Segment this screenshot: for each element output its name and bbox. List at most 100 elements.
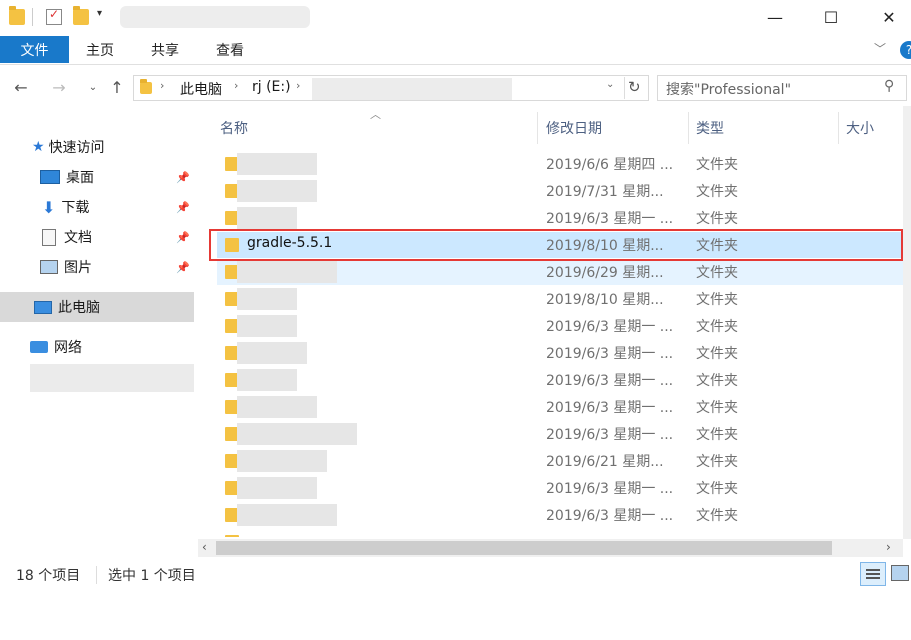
address-dropdown-icon[interactable]: ⌄: [606, 79, 614, 90]
column-header-size[interactable]: 大小: [846, 118, 874, 138]
table-row[interactable]: 2019/6/3 星期一 ... 文件夹: [217, 340, 903, 366]
new-folder-icon[interactable]: [73, 6, 89, 25]
address-bar[interactable]: › 此电脑 › rj (E:) › ⌄ ↻: [133, 75, 649, 101]
column-header-type[interactable]: 类型: [696, 118, 724, 138]
close-button[interactable]: ✕: [866, 0, 911, 34]
table-row[interactable]: 2019/6/3 星期一 ... 文件夹: [217, 394, 903, 420]
chevron-right-icon[interactable]: ›: [296, 79, 300, 92]
table-row[interactable]: 2019/6/3 星期一 ... 文件夹: [217, 475, 903, 501]
table-row[interactable]: 2019/6/3 星期一 ... 文件夹: [217, 205, 903, 231]
file-name-obscured: [237, 504, 337, 526]
pin-icon[interactable]: 📌: [176, 261, 190, 274]
file-date: 2019/6/3 星期一 ...: [546, 508, 674, 524]
customize-toolbar-icon[interactable]: ▾: [97, 8, 102, 19]
table-row[interactable]: 2019/6/21 星期... 文件夹: [217, 448, 903, 474]
refresh-icon[interactable]: ↻: [628, 78, 641, 96]
column-header-date[interactable]: 修改日期: [546, 118, 602, 138]
tab-file[interactable]: 文件: [0, 36, 69, 63]
nav-quick-access[interactable]: ★ 快速访问: [0, 132, 194, 162]
download-icon: ⬇: [42, 197, 56, 217]
table-row[interactable]: 2019/6/3 星期一 ... 文件夹: [217, 502, 903, 528]
nav-label: 网络: [54, 340, 82, 356]
breadcrumb-drive[interactable]: rj (E:): [252, 79, 291, 95]
column-divider[interactable]: [537, 112, 538, 144]
file-date: 2019/6/21 星期...: [546, 454, 664, 470]
nav-this-pc[interactable]: 此电脑: [0, 292, 194, 322]
star-icon: ★: [32, 139, 45, 155]
scroll-left-icon[interactable]: ‹: [202, 540, 207, 554]
maximize-button[interactable]: ☐: [808, 0, 854, 34]
file-name-obscured: [237, 369, 297, 391]
search-icon[interactable]: ⚲: [884, 78, 894, 94]
file-type: 文件夹: [696, 184, 738, 200]
search-input[interactable]: 搜索"Professional": [666, 79, 791, 99]
search-box[interactable]: 搜索"Professional" ⚲: [657, 75, 907, 101]
column-header-name[interactable]: 名称: [220, 118, 248, 138]
horizontal-scrollbar[interactable]: ‹ ›: [198, 539, 903, 557]
back-arrow-icon[interactable]: ←: [10, 76, 32, 98]
large-icons-view-icon[interactable]: [891, 565, 909, 581]
picture-icon: [40, 260, 58, 274]
table-row[interactable]: 2019/6/29 星期... 文件夹: [217, 259, 903, 285]
nav-label: 下载: [61, 200, 90, 216]
chevron-right-icon[interactable]: ›: [234, 79, 238, 92]
folder-icon: [140, 79, 152, 94]
table-row[interactable]: 2019/6/3 星期一 ... 文件夹: [217, 367, 903, 393]
details-view-icon[interactable]: [860, 562, 886, 586]
column-divider[interactable]: [688, 112, 689, 144]
table-row[interactable]: 2019/8/10 星期... 文件夹: [217, 286, 903, 312]
expand-ribbon-icon[interactable]: ﹀: [874, 40, 886, 57]
pin-icon[interactable]: 📌: [176, 201, 190, 214]
nav-item-obscured[interactable]: [30, 364, 194, 392]
nav-label: 快速访问: [48, 140, 105, 156]
file-date: 2019/7/31 星期...: [546, 184, 664, 200]
file-date: 2019/6/3 星期一 ...: [546, 319, 674, 335]
tab-share[interactable]: 共享: [151, 40, 179, 60]
file-type: 文件夹: [696, 400, 738, 416]
item-count: 18 个项目: [16, 568, 81, 584]
table-row[interactable]: 2019/7/31 星期... 文件夹: [217, 178, 903, 204]
nav-label: 此电脑: [58, 300, 100, 316]
pin-icon[interactable]: 📌: [176, 171, 190, 184]
file-type: 文件夹: [696, 454, 738, 470]
forward-arrow-icon[interactable]: →: [48, 76, 70, 98]
network-icon: [30, 341, 48, 353]
file-date: 2019/6/3 星期一 ...: [546, 211, 674, 227]
file-date: 2019/6/3 星期一 ...: [546, 400, 674, 416]
window-title: [120, 6, 310, 28]
table-row[interactable]: 2019/6/3 星期一 ... 文件夹: [217, 313, 903, 339]
nav-desktop[interactable]: 桌面 📌: [0, 162, 194, 192]
breadcrumb-this-pc[interactable]: 此电脑: [180, 79, 222, 99]
minimize-button[interactable]: —: [752, 0, 798, 34]
file-date: 2019/6/3 星期一 ...: [546, 346, 674, 362]
vertical-scrollbar[interactable]: [903, 106, 911, 539]
column-divider[interactable]: [838, 112, 839, 144]
recent-locations-icon[interactable]: ⌄: [82, 76, 104, 98]
table-row-partial[interactable]: [217, 529, 903, 537]
pin-icon[interactable]: 📌: [176, 231, 190, 244]
navigation-pane: ★ 快速访问 桌面 📌 ⬇ 下载 📌 文档 📌 图片 📌 此电脑 网络: [0, 106, 198, 562]
nav-documents[interactable]: 文档 📌: [0, 222, 194, 252]
table-row[interactable]: 2019/6/6 星期四 ... 文件夹: [217, 151, 903, 177]
address-row: ← → ⌄ ↑ › 此电脑 › rj (E:) › ⌄ ↻ 搜索"Profess…: [0, 70, 911, 106]
properties-icon[interactable]: ✓: [46, 7, 62, 25]
folder-icon: [9, 6, 25, 25]
up-arrow-icon[interactable]: ↑: [106, 76, 128, 98]
tab-view[interactable]: 查看: [216, 40, 244, 60]
breadcrumb-folder[interactable]: [312, 78, 512, 100]
nav-network[interactable]: 网络: [0, 332, 194, 362]
scroll-right-icon[interactable]: ›: [886, 540, 891, 554]
table-row[interactable]: 2019/6/3 星期一 ... 文件夹: [217, 421, 903, 447]
chevron-right-icon[interactable]: ›: [160, 79, 164, 92]
nav-pictures[interactable]: 图片 📌: [0, 252, 194, 282]
file-type: 文件夹: [696, 481, 738, 497]
status-bar: 18 个项目 选中 1 个项目: [0, 562, 911, 588]
help-icon[interactable]: ?: [900, 41, 911, 59]
file-name-obscured: [237, 342, 307, 364]
nav-downloads[interactable]: ⬇ 下载 📌: [0, 192, 194, 222]
scrollbar-thumb[interactable]: [216, 541, 832, 555]
selected-count: 选中 1 个项目: [108, 568, 196, 584]
nav-label: 桌面: [66, 170, 94, 186]
tab-home[interactable]: 主页: [86, 40, 114, 60]
file-type: 文件夹: [696, 157, 738, 173]
